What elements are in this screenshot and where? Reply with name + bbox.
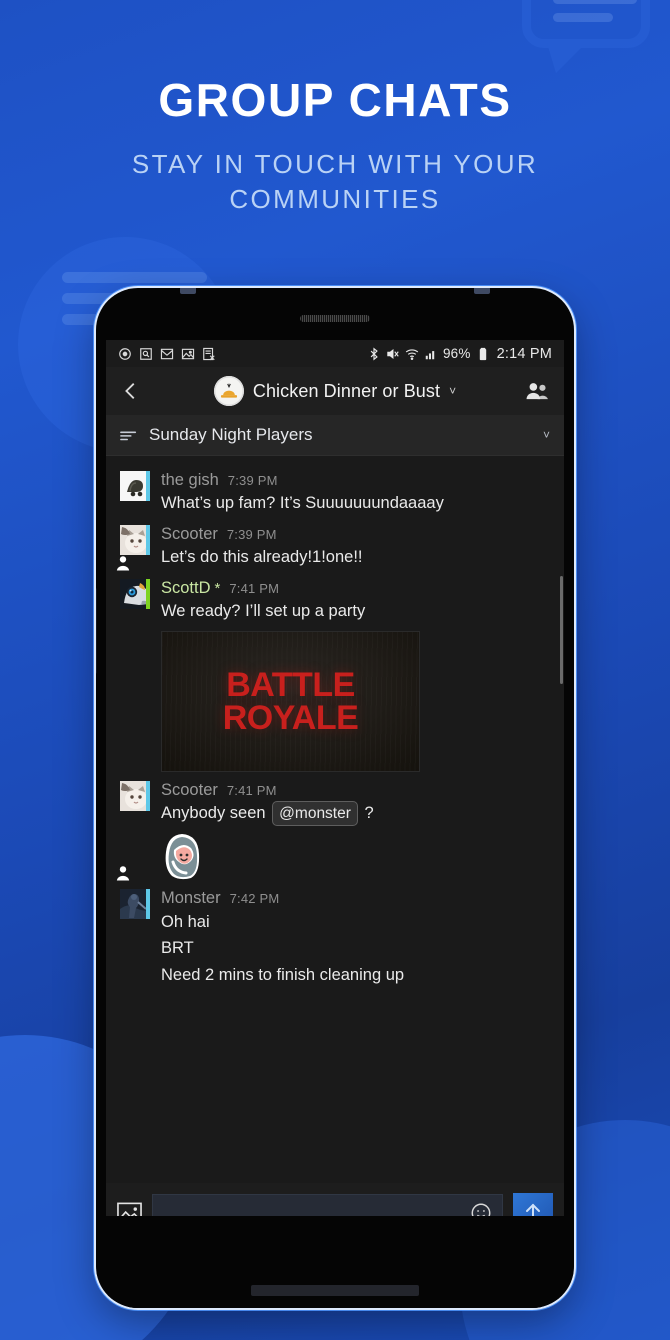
message-input[interactable] [152,1193,503,1216]
message-row: the gish 7:39 PM What’s up fam? It’s Suu… [106,466,564,518]
battery-percent: 96% [442,346,471,361]
signal-icon [425,350,435,359]
person-status-overlay-icon [115,865,131,883]
clock: 2:14 PM [496,345,552,362]
message-text: Let’s do this already!1!one!! [161,548,363,567]
battery-icon [479,347,486,360]
swaddled-monster-sticker[interactable] [161,832,203,880]
message-author: the gish [161,471,219,489]
photo-icon [181,348,195,359]
message-composer [106,1183,564,1216]
avatar[interactable] [120,889,150,987]
avatar[interactable] [120,578,150,772]
home-indicator [251,1285,419,1296]
starred-badge: * [214,579,221,597]
attachment-title-line-2: ROYALE [222,698,359,737]
frame-nub [180,288,196,294]
status-bar: 96% 2:14 PM [106,340,564,367]
channel-bar[interactable]: Sunday Night Players ˅ [106,415,564,456]
send-button[interactable] [513,1193,553,1216]
message-text: What’s up fam? It’s Suuuuuuundaaaay [161,494,444,513]
members-button[interactable] [524,381,550,401]
phone-mockup: 96% 2:14 PM Chicken Dinner or Bust ˅ Sun… [96,288,574,1308]
message-text: Oh hai [161,912,210,931]
mention-text-after: ? [364,804,374,823]
message-text: We ready? I’ll set up a party [161,602,366,621]
mention-chip[interactable]: @monster [272,801,358,827]
page-title: GROUP CHATS [158,74,512,126]
message-text: Anybody seen @monster ? [161,801,550,827]
message-time: 7:41 PM [229,580,280,596]
group-avatar[interactable] [213,376,244,406]
volume-button[interactable] [96,588,97,674]
gmail-icon [160,348,174,359]
message-time: 7:39 PM [226,526,277,542]
message-attachment-image[interactable]: BATTLE ROYALE [161,631,420,773]
earpiece-speaker [300,315,370,322]
attach-photo-button[interactable] [117,1202,142,1216]
message-row: Scooter 7:41 PM Anybody seen @monster ? [106,774,564,883]
message-author: Monster [161,889,221,908]
message-time: 7:41 PM [226,783,277,799]
message-text: BRT [161,939,194,958]
message-author: Scooter [161,524,218,543]
avatar[interactable] [115,781,150,883]
message-author: ScottD [161,578,211,597]
gear-icon [119,347,131,360]
group-title[interactable]: Chicken Dinner or Bust [253,381,440,402]
search-document-icon [140,347,152,360]
roast-chicken-icon [220,383,237,398]
frame-nub [474,288,490,294]
scrollbar[interactable] [560,576,563,684]
attachment-title-line-1: BATTLE [226,665,355,704]
phone-chin [96,1272,574,1308]
message-row: Scooter 7:39 PM Let’s do this already!1!… [106,518,564,572]
back-button[interactable] [120,380,142,402]
page-subtitle: STAY IN TOUCH WITH YOUR COMMUNITIES [131,149,539,214]
app-bar: Chicken Dinner or Bust ˅ [106,367,564,415]
wifi-icon [405,348,419,360]
mute-icon [387,348,399,359]
avatar[interactable] [120,471,150,516]
message-time: 7:39 PM [227,473,278,488]
message-row: ScottD * 7:41 PM We ready? I’ll set up a… [106,572,564,774]
channel-lines-icon [120,431,137,441]
bluetooth-icon [370,347,378,360]
message-time: 7:42 PM [229,891,280,907]
document-x-icon [203,347,215,360]
arrow-up-icon [526,1203,540,1216]
message-text: Need 2 mins to finish cleaning up [161,966,405,985]
message-author: Scooter [161,781,218,800]
message-row: Monster 7:42 PM Oh hai BRT Need 2 mins t… [106,882,564,989]
decorative-chat-bubble-icon [522,0,650,73]
message-list[interactable]: the gish 7:39 PM What’s up fam? It’s Suu… [106,456,564,1183]
person-status-overlay-icon [115,554,131,572]
channel-name: Sunday Night Players [149,425,313,444]
chevron-down-icon[interactable]: ˅ [449,384,456,398]
chevron-down-icon[interactable]: ˅ [543,428,550,442]
mention-text-before: Anybody seen [161,804,266,823]
avatar[interactable] [115,524,150,572]
phone-screen: 96% 2:14 PM Chicken Dinner or Bust ˅ Sun… [106,340,564,1216]
smiley-icon[interactable] [470,1202,492,1216]
